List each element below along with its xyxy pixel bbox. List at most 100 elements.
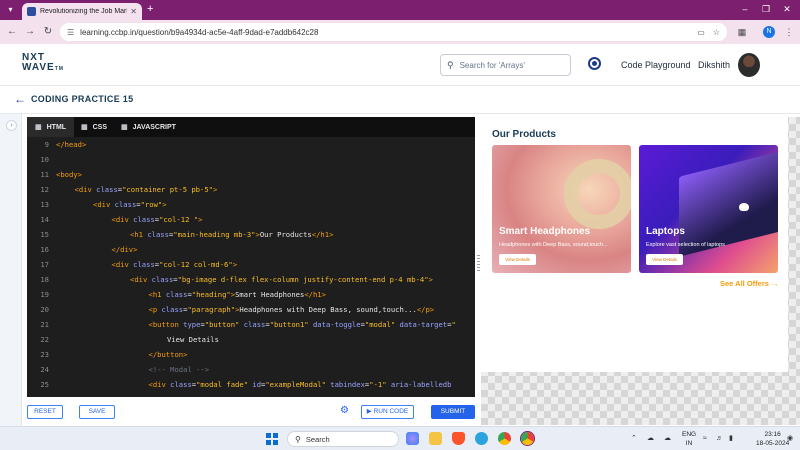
maximize-icon[interactable]: ❐ — [756, 3, 776, 16]
side-panel-strip — [0, 114, 22, 426]
browser-tab[interactable]: Revolutionizing the Job Market ✕ — [22, 3, 142, 20]
code-line[interactable]: 21 <button type="button" class="button1" … — [27, 317, 475, 332]
tab-html[interactable]: ▦ HTML — [27, 117, 75, 137]
back-icon[interactable]: ← — [5, 25, 19, 39]
notifications-icon[interactable]: ◉ — [787, 434, 793, 443]
settings-gear-icon[interactable]: ⚙ — [340, 404, 349, 418]
nxtwave-logo[interactable]: NXT WAVETM — [22, 53, 64, 74]
code-line[interactable]: 13 <div class="row"> — [27, 197, 475, 212]
code-line[interactable]: 12 <div class="container pt-5 pb-5"> — [27, 182, 475, 197]
code-line[interactable]: 22 View Details — [27, 332, 475, 347]
site-info-icon[interactable]: ☰ — [67, 28, 74, 37]
tab-label: CSS — [92, 123, 108, 131]
reload-icon[interactable]: ↻ — [41, 25, 55, 39]
code-line[interactable]: 9 </head> — [27, 137, 475, 152]
run-code-label: RUN CODE — [373, 408, 409, 415]
expand-panel-icon[interactable]: › — [6, 120, 17, 131]
html5-icon: ▦ — [35, 124, 42, 131]
streak-icon[interactable] — [588, 57, 601, 70]
chrome-icon[interactable] — [498, 432, 511, 445]
cloud-icon[interactable]: ☁ — [647, 434, 654, 443]
line-number: 13 — [40, 200, 49, 209]
code-playground-link[interactable]: Code Playground — [621, 60, 691, 70]
code-line[interactable]: 15 <h1 class="main-heading mb-3">Our Prod… — [27, 227, 475, 242]
forward-icon[interactable]: → — [23, 25, 37, 39]
profile-avatar[interactable]: N — [763, 26, 775, 38]
code-line[interactable]: 14 <div class="col-12 "> — [27, 212, 475, 227]
js-icon: ▦ — [121, 124, 128, 131]
code-line[interactable]: 20 <p class="paragraph">Headphones with D… — [27, 302, 475, 317]
telegram-icon[interactable] — [475, 432, 488, 445]
line-content: <div class="col-12 "> — [111, 215, 203, 224]
reset-button[interactable]: RESET — [27, 405, 63, 419]
page-title: CODING PRACTICE 15 — [31, 94, 134, 104]
back-arrow-icon[interactable]: ← — [14, 93, 26, 105]
code-line[interactable]: 17 <div class="col-12 col-md-6"> — [27, 257, 475, 272]
battery-icon[interactable]: ▮ — [729, 434, 733, 443]
windows-start-icon[interactable] — [266, 433, 278, 445]
code-lines[interactable]: 9 </head> 10 11 <body> 12 <div class="containe… — [27, 137, 475, 397]
line-content: <body> — [56, 170, 82, 179]
headphones-card: Smart Headphones Headphones with Deep Ba… — [492, 145, 631, 273]
logo-line-2: WAVETM — [22, 63, 64, 74]
code-line[interactable]: 19 <h1 class="heading">Smart Headphones</… — [27, 287, 475, 302]
taskbar-search[interactable]: ⚲ Search — [287, 431, 399, 447]
minimize-icon[interactable]: – — [735, 3, 755, 16]
chrome-profile-icon[interactable] — [521, 432, 534, 445]
practice-title-bar: ← CODING PRACTICE 15 — [0, 86, 800, 114]
user-name[interactable]: Dikshith — [698, 60, 730, 70]
language-indicator[interactable]: ENG IN — [682, 430, 696, 448]
tab-search-icon[interactable]: ▾ — [4, 3, 17, 16]
play-icon: ▶ — [366, 408, 372, 415]
file-explorer-icon[interactable] — [429, 432, 442, 445]
browser-tab-bar: ▾ Revolutionizing the Job Market ✕ + – ❐… — [0, 0, 800, 20]
submit-button[interactable]: SUBMIT — [431, 405, 475, 419]
view-details-button[interactable]: View Details — [646, 254, 683, 265]
new-tab-button[interactable]: + — [147, 3, 153, 16]
menu-icon[interactable]: ⋮ — [782, 25, 796, 39]
card-text: Headphones with Deep Bass, sound,touch..… — [499, 242, 608, 248]
preview-heading: Our Products — [492, 129, 556, 140]
search-box[interactable]: ⚲ Search for 'Arrays' — [440, 54, 571, 76]
laptops-card: Laptops Explore vast selection of laptop… — [639, 145, 778, 273]
editor-footer: RESET SAVE ⚙ ▶ RUN CODE SUBMIT — [27, 401, 475, 423]
line-content: <p class="paragraph">Headphones with Dee… — [148, 305, 435, 314]
wifi-icon[interactable]: ≈ — [703, 434, 707, 443]
headphones-image — [564, 159, 631, 229]
line-number: 17 — [40, 260, 49, 269]
code-line[interactable]: 16 </div> — [27, 242, 475, 257]
code-line[interactable]: 25 <div class="modal fade" id="exampleMod… — [27, 377, 475, 392]
search-placeholder: Search for 'Arrays' — [459, 60, 525, 70]
volume-icon[interactable]: ♬ — [716, 434, 723, 443]
address-bar[interactable]: ☰ learning.ccbp.in/question/b9a4934d-ac5… — [60, 23, 727, 41]
code-editor[interactable]: ▦ HTML ▦ CSS ▦ JAVASCRIPT 9 </head> 10 11 <b… — [27, 117, 475, 397]
code-line[interactable]: 23 </button> — [27, 347, 475, 362]
user-avatar[interactable] — [738, 53, 760, 77]
line-content: <div class="row"> — [93, 200, 167, 209]
system-clock[interactable]: 23:16 18-05-2024 — [756, 430, 789, 448]
cast-icon[interactable]: ▭ — [697, 28, 705, 37]
line-number: 14 — [40, 215, 49, 224]
language-code: ENG — [682, 431, 697, 438]
close-tab-icon[interactable]: ✕ — [130, 7, 137, 16]
save-button[interactable]: SAVE — [79, 405, 115, 419]
tab-css[interactable]: ▦ CSS — [73, 117, 115, 137]
bookmark-star-icon[interactable]: ☆ — [713, 28, 720, 37]
tab-javascript[interactable]: ▦ JAVASCRIPT — [113, 117, 184, 137]
site-header: NXT WAVETM ⚲ Search for 'Arrays' Code Pl… — [0, 44, 800, 86]
onedrive-icon[interactable]: ☁ — [664, 434, 671, 443]
show-hidden-icons-icon[interactable]: ⌃ — [631, 434, 637, 443]
run-code-button[interactable]: ▶ RUN CODE — [361, 405, 414, 419]
copilot-icon[interactable] — [406, 432, 419, 445]
view-details-button[interactable]: View Details — [499, 254, 536, 265]
code-line[interactable]: 10 — [27, 152, 475, 167]
line-content: <!-- Modal --> — [148, 365, 210, 374]
pane-resize-handle[interactable] — [477, 255, 480, 271]
code-line[interactable]: 18 <div class="bg-image d-flex flex-colum… — [27, 272, 475, 287]
code-line[interactable]: 24 <!-- Modal --> — [27, 362, 475, 377]
code-line[interactable]: 11 <body> — [27, 167, 475, 182]
brave-browser-icon[interactable] — [452, 432, 465, 445]
see-all-offers-link[interactable]: See All Offers → — [720, 279, 779, 288]
close-window-icon[interactable]: ✕ — [777, 3, 797, 16]
extensions-icon[interactable]: ▦ — [735, 25, 749, 39]
